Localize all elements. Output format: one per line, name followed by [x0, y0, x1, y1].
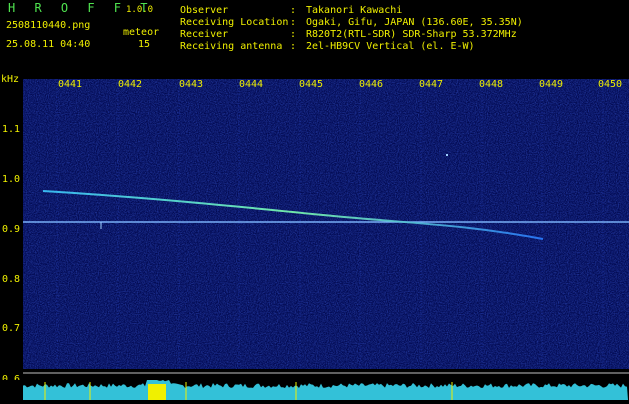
info-sep: : — [290, 17, 297, 28]
info-sep: : — [290, 29, 297, 40]
time-tick-label: 0448 — [479, 79, 504, 90]
meteor-label: meteor — [123, 27, 160, 38]
time-tick-label: 0446 — [359, 79, 384, 90]
info-key-observer: Observer — [180, 5, 229, 16]
y-tick-label: 0.8 — [2, 274, 21, 285]
info-sep: : — [290, 41, 297, 52]
y-tick-label: 1.1 — [2, 124, 21, 135]
info-value-observer: Takanori Kawachi — [306, 5, 403, 16]
time-tick-label: 0442 — [118, 79, 143, 90]
y-tick-label: 0.7 — [2, 323, 21, 334]
y-axis-unit: kHz — [1, 74, 20, 85]
time-tick-label: 0449 — [539, 79, 564, 90]
signal-level-plot — [23, 380, 628, 400]
time-tick-label: 0441 — [58, 79, 83, 90]
time-tick-label: 0443 — [179, 79, 204, 90]
signal-peak — [148, 384, 166, 400]
info-key-location: Receiving Location — [180, 17, 289, 28]
info-key-antenna: Receiving antenna — [180, 41, 283, 52]
info-value-location: Ogaki, Gifu, JAPAN (136.60E, 35.35N) — [306, 17, 523, 28]
spectrogram-canvas — [23, 79, 629, 369]
header: H R O F F T 1.0.0 2508110440.png 25.08.1… — [0, 0, 629, 78]
y-tick-label: 1.0 — [2, 174, 21, 185]
meteor-count: 15 — [138, 39, 151, 50]
date-time: 25.08.11 04:40 — [6, 39, 91, 50]
time-tick-label: 0444 — [239, 79, 264, 90]
signal-level-bar — [0, 380, 629, 400]
file-name: 2508110440.png — [6, 20, 91, 31]
time-tick-label: 0447 — [419, 79, 444, 90]
app-version: 1.0.0 — [126, 5, 154, 15]
y-tick-label: 0.9 — [2, 224, 21, 235]
info-key-receiver: Receiver — [180, 29, 229, 40]
time-tick-label: 0450 — [598, 79, 623, 90]
spectrogram — [23, 79, 629, 369]
info-value-antenna: 2el-HB9CV Vertical (el. E-W) — [306, 41, 475, 52]
info-value-receiver: R820T2(RTL-SDR) SDR-Sharp 53.372MHz — [306, 29, 517, 40]
signal-level-trace — [23, 380, 628, 400]
info-sep: : — [290, 5, 297, 16]
time-tick-label: 0445 — [299, 79, 324, 90]
